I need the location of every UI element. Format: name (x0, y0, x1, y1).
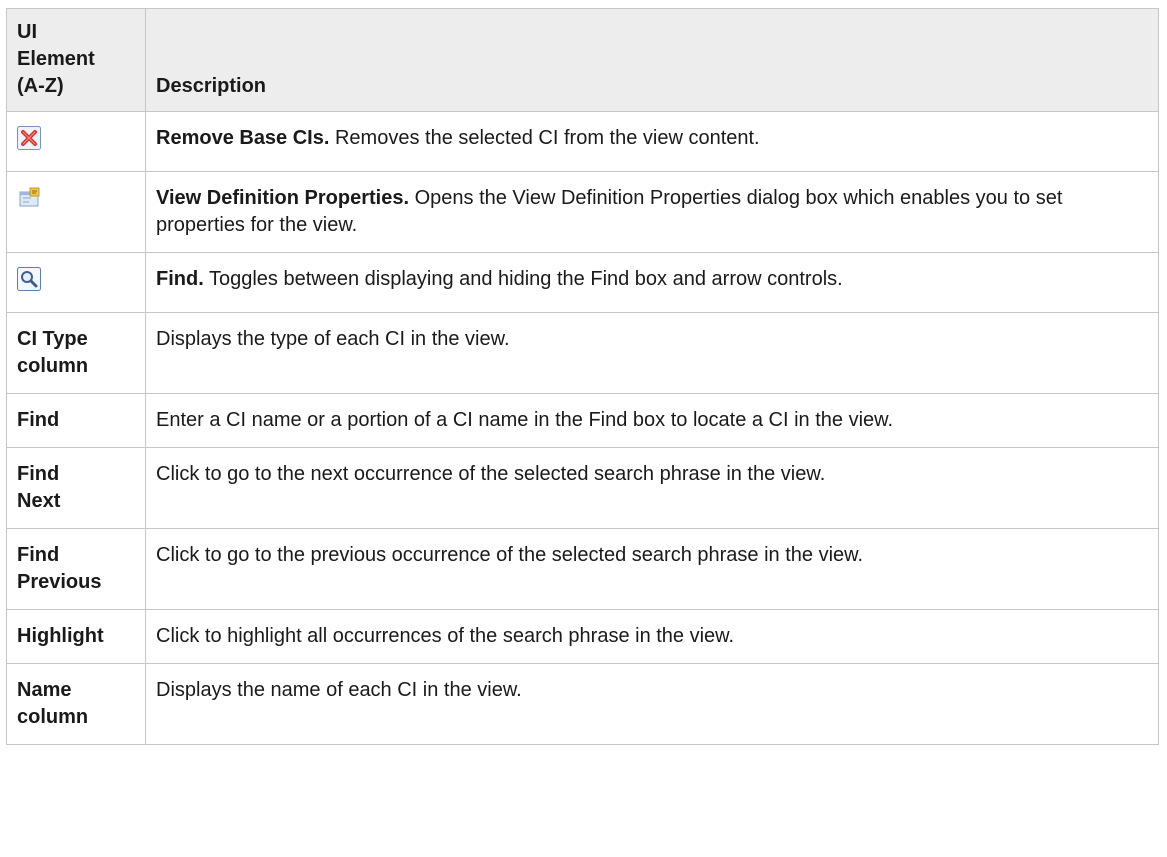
table-cell-ui-element (6, 111, 146, 172)
header-description: Description (145, 8, 1159, 112)
table-row: Find Enter a CI name or a portion of a C… (6, 393, 1159, 448)
table-cell-description: Find. Toggles between displaying and hid… (145, 252, 1159, 313)
table-cell-description: Displays the type of each CI in the view… (145, 312, 1159, 394)
table-row: CI Type column Displays the type of each … (6, 312, 1159, 394)
table-cell-ui-element (6, 171, 146, 253)
table-cell-ui-element (6, 252, 146, 313)
header-ui-element: UI Element (A-Z) (6, 8, 146, 112)
table-cell-description: Click to go to the previous occurrence o… (145, 528, 1159, 610)
ui-elements-table: UI Element (A-Z) Description Remove Base C… (6, 8, 1159, 745)
table-cell-description: View Definition Properties. Opens the Vi… (145, 171, 1159, 253)
table-row: Find Previous Click to go to the previous… (6, 528, 1159, 610)
remove-red-x-icon (17, 126, 41, 150)
view-properties-icon (17, 186, 41, 210)
find-magnifier-icon (17, 267, 41, 291)
table-row: Name column Displays the name of each CI … (6, 663, 1159, 745)
table-row: Find. Toggles between displaying and hid… (6, 252, 1159, 313)
table-cell-description: Remove Base CIs. Removes the selected CI… (145, 111, 1159, 172)
table-row: Highlight Click to highlight all occurre… (6, 609, 1159, 664)
table-cell-description: Enter a CI name or a portion of a CI nam… (145, 393, 1159, 448)
table-cell-ui-element: Highlight (6, 609, 146, 664)
table-cell-ui-element: Find Previous (6, 528, 146, 610)
table-cell-ui-element: Find Next (6, 447, 146, 529)
table-cell-description: Click to highlight all occurrences of th… (145, 609, 1159, 664)
table-cell-description: Click to go to the next occurrence of th… (145, 447, 1159, 529)
table-row: Find Next Click to go to the next occurre… (6, 447, 1159, 529)
table-cell-ui-element: Find (6, 393, 146, 448)
table-row: Remove Base CIs. Removes the selected CI… (6, 111, 1159, 172)
table-cell-ui-element: CI Type column (6, 312, 146, 394)
table-cell-ui-element: Name column (6, 663, 146, 745)
table-cell-description: Displays the name of each CI in the view… (145, 663, 1159, 745)
table-header-row: UI Element (A-Z) Description (6, 8, 1159, 112)
table-row: View Definition Properties. Opens the Vi… (6, 171, 1159, 253)
